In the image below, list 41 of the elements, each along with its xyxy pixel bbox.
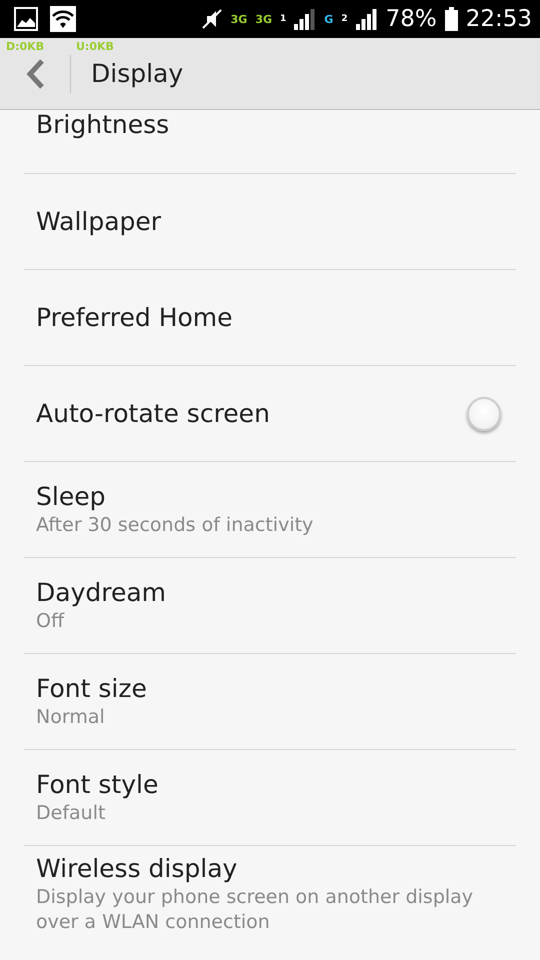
battery-icon <box>444 7 458 31</box>
settings-item[interactable]: Preferred Home <box>24 270 516 366</box>
network-type: 3G <box>255 12 272 26</box>
setting-title: Font size <box>36 674 148 702</box>
signal-icon <box>356 8 378 30</box>
settings-item[interactable]: Wallpaper <box>24 174 516 270</box>
setting-title: Wallpaper <box>36 207 162 236</box>
signal-icon <box>294 8 316 30</box>
setting-title: Wireless display <box>36 854 238 882</box>
mute-icon <box>200 8 223 30</box>
toggle-switch[interactable] <box>467 396 501 430</box>
setting-title: Preferred Home <box>36 303 234 332</box>
settings-item[interactable]: Auto-rotate screen <box>24 366 516 462</box>
settings-item[interactable]: Wireless display Display your phone screen on another display over a WLAN connection <box>24 846 516 942</box>
setting-title: Daydream <box>36 578 168 606</box>
setting-title: Font style <box>36 770 160 798</box>
setting-summary: Off <box>36 608 66 634</box>
setting-title: Brightness <box>36 110 170 139</box>
settings-item[interactable]: Sleep After 30 seconds of inactivity <box>24 462 516 558</box>
settings-item[interactable]: Brightness <box>24 110 516 174</box>
network-type: G <box>324 12 334 26</box>
setting-summary: Default <box>36 800 106 826</box>
network-type: 3G <box>230 12 248 26</box>
picture-icon <box>14 7 38 31</box>
setting-title: Sleep <box>36 482 106 510</box>
battery-percent: 78% <box>386 6 437 32</box>
screen-title: Display <box>91 59 184 88</box>
wifi-icon <box>50 6 76 32</box>
settings-item[interactable]: Daydream Off <box>24 558 516 654</box>
setting-title: Auto-rotate screen <box>36 399 271 428</box>
sim-label: 2 <box>341 14 348 24</box>
setting-summary: Display your phone screen on another display over a WLAN connection <box>36 884 474 934</box>
clock: 22:53 <box>466 6 532 32</box>
setting-summary: Normal <box>36 704 106 730</box>
upload-speed: U:0KB <box>76 40 114 53</box>
settings-item[interactable]: Font style Default <box>24 750 516 846</box>
back-icon <box>24 58 46 90</box>
setting-summary: After 30 seconds of inactivity <box>36 512 314 538</box>
settings-item[interactable]: Font size Normal <box>24 654 516 750</box>
download-speed: D:0KB <box>6 40 44 53</box>
sim-label: 1 <box>280 14 286 24</box>
